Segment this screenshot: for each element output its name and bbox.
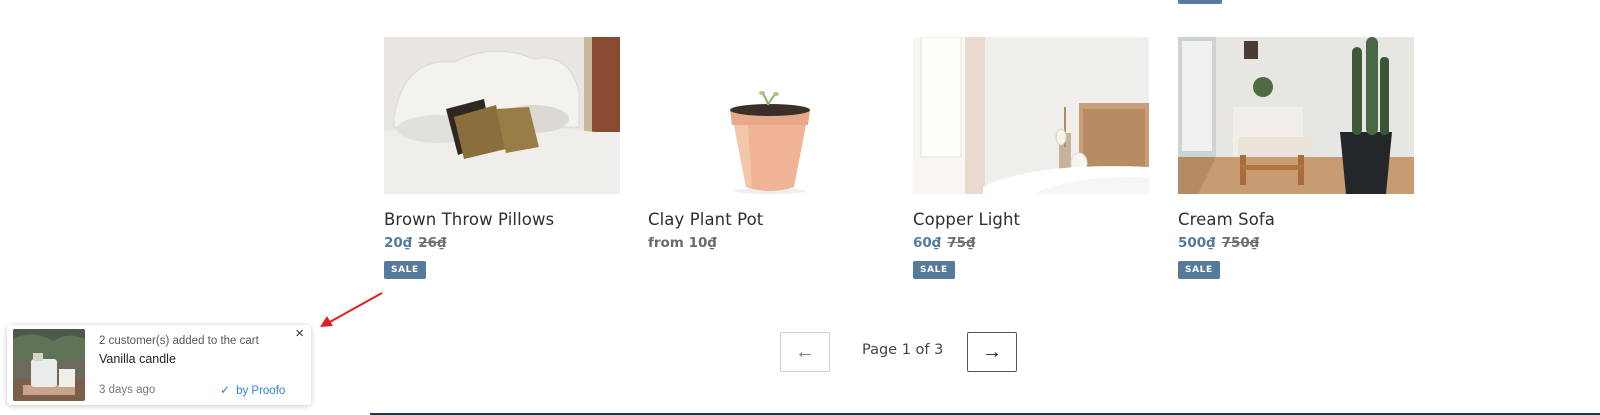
previous-page-button[interactable]: ←	[780, 332, 830, 372]
attribution-text: by Proofo	[236, 385, 286, 397]
product-prices: 60₫ 75₫	[913, 235, 1149, 251]
page-indicator: Page 1 of 3	[862, 342, 944, 358]
sale-price: 500₫	[1178, 235, 1216, 251]
annotation-arrow-icon	[320, 292, 383, 327]
sale-badge: SALE	[913, 261, 955, 279]
notification-product-image[interactable]	[13, 329, 85, 401]
compare-price: 750₫	[1221, 235, 1260, 251]
sale-badge: SALE	[1178, 261, 1220, 279]
from-price: from 10₫	[648, 235, 717, 251]
arrow-left-icon: ←	[795, 340, 815, 363]
product-title[interactable]: Cream Sofa	[1178, 210, 1414, 229]
proofo-attribution-link[interactable]: ✓ by Proofo	[220, 383, 285, 397]
product-image[interactable]	[913, 37, 1149, 194]
social-proof-notification[interactable]: 2 customer(s) added to the cart Vanilla …	[7, 325, 311, 405]
sale-price: 60₫	[913, 235, 942, 251]
sale-price: 20₫	[384, 235, 413, 251]
arrow-right-icon: →	[982, 340, 1002, 363]
sale-badge: SALE	[384, 261, 426, 279]
storefront-page: Brown Throw Pillows 20₫ 26₫ SALE Clay Pla…	[0, 0, 1600, 415]
product-image[interactable]	[384, 37, 620, 194]
product-title[interactable]: Clay Plant Pot	[648, 210, 884, 229]
product-image[interactable]	[1178, 37, 1414, 194]
notification-product-name[interactable]: Vanilla candle	[99, 352, 176, 366]
close-icon[interactable]: ×	[295, 325, 304, 342]
product-prices: 500₫ 750₫	[1178, 235, 1414, 251]
product-prices: from 10₫	[648, 235, 884, 251]
product-card[interactable]: Clay Plant Pot from 10₫	[648, 37, 884, 251]
checkmark-icon: ✓	[220, 383, 231, 397]
notification-message: 2 customer(s) added to the cart	[99, 335, 259, 347]
product-title[interactable]: Brown Throw Pillows	[384, 210, 620, 229]
product-card[interactable]: Cream Sofa 500₫ 750₫ SALE	[1178, 37, 1414, 279]
next-page-button[interactable]: →	[967, 332, 1017, 372]
product-title[interactable]: Copper Light	[913, 210, 1149, 229]
product-image[interactable]	[648, 37, 884, 194]
product-card[interactable]: Brown Throw Pillows 20₫ 26₫ SALE	[384, 37, 620, 279]
compare-price: 26₫	[418, 235, 447, 251]
partial-sale-badge	[1178, 0, 1222, 4]
product-card[interactable]: Copper Light 60₫ 75₫ SALE	[913, 37, 1149, 279]
notification-time: 3 days ago	[99, 384, 156, 396]
product-prices: 20₫ 26₫	[384, 235, 620, 251]
compare-price: 75₫	[947, 235, 976, 251]
